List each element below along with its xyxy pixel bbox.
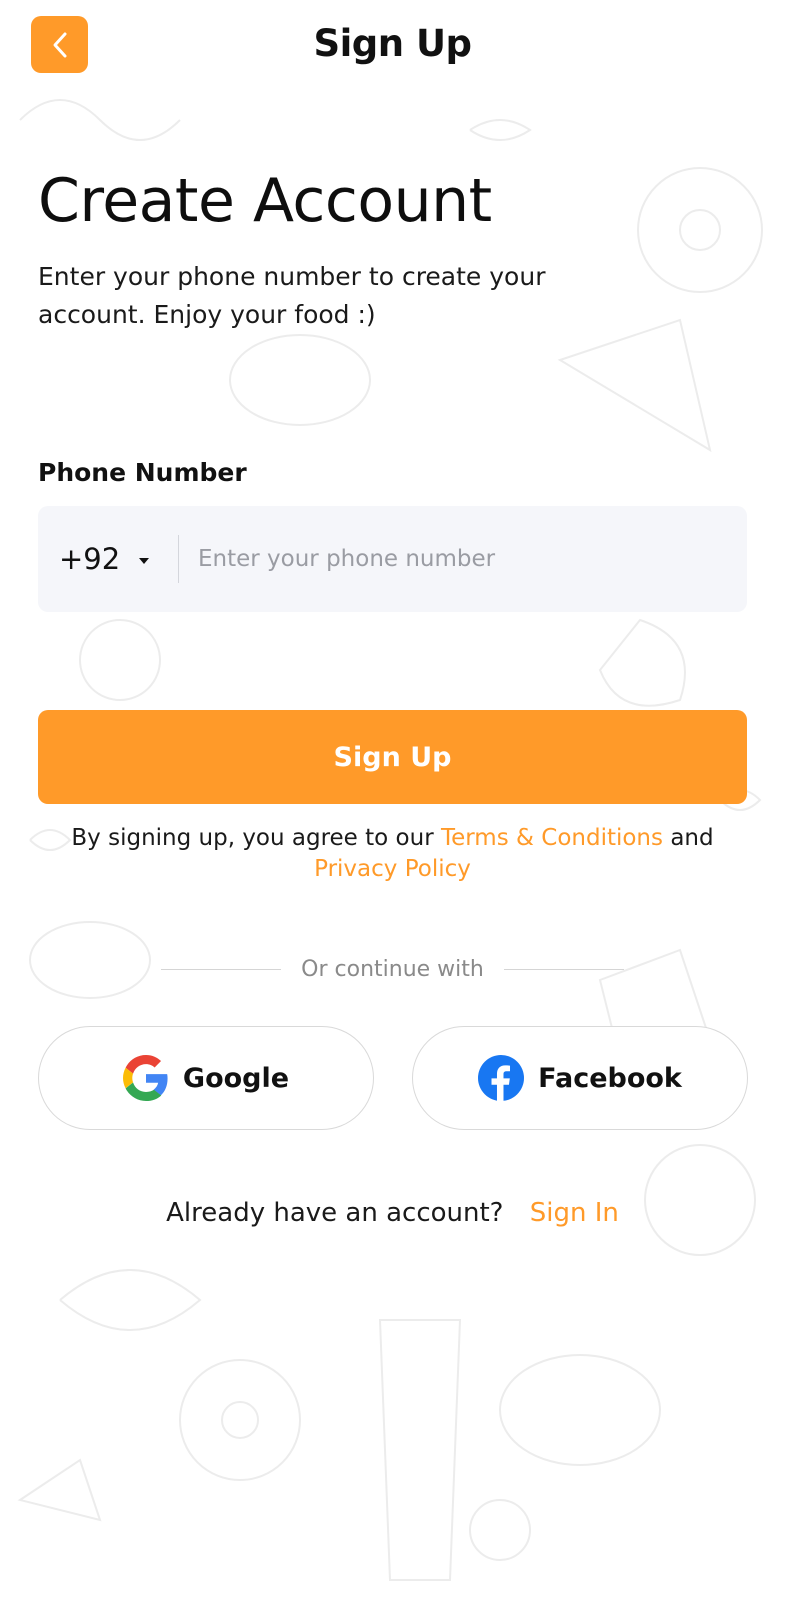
- signup-button[interactable]: Sign Up: [38, 710, 747, 804]
- signin-question: Already have an account?: [166, 1198, 504, 1228]
- intro-description: Enter your phone number to create your a…: [38, 262, 546, 329]
- divider-line-left: [161, 969, 282, 970]
- terms-notice: By signing up, you agree to our Terms & …: [38, 823, 747, 885]
- or-divider: Or continue with: [0, 957, 785, 982]
- phone-number-label: Phone Number: [38, 458, 247, 487]
- google-icon: [122, 1055, 168, 1101]
- divider-line-right: [503, 969, 624, 970]
- phone-field: +92: [38, 506, 747, 612]
- or-continue-text: Or continue with: [301, 957, 484, 982]
- page-title: Sign Up: [313, 22, 472, 65]
- google-label: Google: [182, 1062, 290, 1094]
- create-account-heading: Create Account: [38, 166, 492, 236]
- phone-input[interactable]: [179, 506, 747, 612]
- country-code-select[interactable]: +92: [38, 506, 178, 612]
- caret-down-icon: [138, 550, 150, 569]
- facebook-label: Facebook: [538, 1062, 682, 1094]
- signin-link[interactable]: Sign In: [530, 1198, 619, 1228]
- signup-screen: Sign Up Create Account Enter your phone …: [0, 0, 785, 1600]
- facebook-icon: [478, 1055, 525, 1101]
- google-button[interactable]: Google: [38, 1026, 374, 1130]
- privacy-policy-link[interactable]: Privacy Policy: [314, 856, 471, 882]
- country-code-value: +92: [59, 542, 121, 576]
- terms-conjunction: and: [670, 825, 714, 851]
- terms-prefix: By signing up, you agree to our: [71, 825, 434, 851]
- signin-prompt: Already have an account? Sign In: [0, 1198, 785, 1228]
- terms-conditions-link[interactable]: Terms & Conditions: [441, 825, 663, 851]
- facebook-button[interactable]: Facebook: [412, 1026, 748, 1130]
